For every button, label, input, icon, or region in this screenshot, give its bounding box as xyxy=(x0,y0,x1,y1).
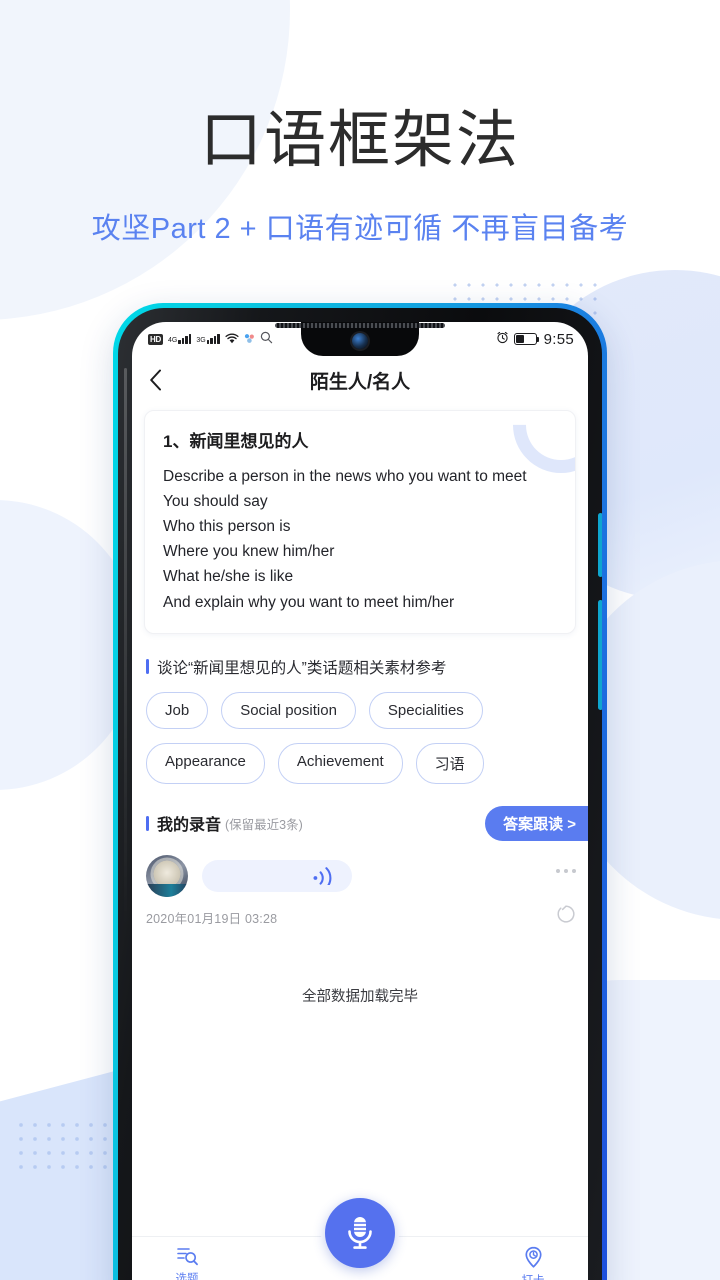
topic-list-search-icon xyxy=(176,1248,198,1266)
search-icon[interactable] xyxy=(260,331,273,347)
material-tag-row: Appearance Achievement 习语 xyxy=(132,742,588,784)
phone-screen: HD 4G 3G 9:55 陌生人/名人 1、新闻里想见的人 Describe … xyxy=(132,322,588,1280)
loaded-all-text: 全部数据加载完毕 xyxy=(302,988,418,1005)
alarm-clock-icon xyxy=(496,331,509,347)
recordings-section-title: 我的录音 xyxy=(157,817,222,835)
material-tag[interactable]: Achievement xyxy=(277,742,403,784)
recordings-section-note: (保留最近3条) xyxy=(225,817,303,832)
page-content: 1、新闻里想见的人 Describe a person in the news … xyxy=(132,404,588,1280)
power-button xyxy=(598,600,602,710)
wifi-icon xyxy=(225,332,239,347)
tab-topic-select[interactable]: 选题 xyxy=(158,1246,216,1280)
app-indicator-icon xyxy=(244,332,255,347)
tab-checkin[interactable]: 打卡 xyxy=(504,1246,562,1280)
question-card: 1、新闻里想见的人 Describe a person in the news … xyxy=(144,410,576,634)
signal-2-icon: 3G xyxy=(196,334,220,344)
signal-1-icon: 4G xyxy=(168,334,192,344)
question-line: And explain why you want to meet him/her xyxy=(163,593,455,611)
answer-follow-read-button[interactable]: 答案跟读 > xyxy=(485,805,588,841)
section-accent-bar xyxy=(146,659,149,675)
back-chevron-icon xyxy=(149,369,161,391)
recording-score-button[interactable] xyxy=(556,904,576,929)
question-title: 1、新闻里想见的人 xyxy=(163,432,309,451)
audio-play-bubble[interactable] xyxy=(202,859,352,892)
page-title: 陌生人/名人 xyxy=(309,371,411,393)
tab-checkin-label: 打卡 xyxy=(522,1272,545,1280)
score-circle-icon xyxy=(557,905,575,923)
question-line: Where you knew him/her xyxy=(163,543,335,561)
material-tag[interactable]: Specialities xyxy=(368,691,483,729)
battery-icon xyxy=(513,333,539,345)
record-microphone-button[interactable] xyxy=(325,1198,395,1268)
question-line: What he/she is like xyxy=(163,568,294,586)
app-header: 陌生人/名人 xyxy=(132,356,588,404)
section-accent-bar xyxy=(146,815,149,831)
checkin-pin-clock-icon xyxy=(524,1246,542,1268)
promo-subtitle: 攻坚Part 2 + 口语有迹可循 不再盲目备考 xyxy=(91,213,629,245)
material-tag[interactable]: Job xyxy=(146,691,209,729)
phone-mockup: HD 4G 3G 9:55 陌生人/名人 1、新闻里想见的人 Describe … xyxy=(113,303,607,1280)
material-tag-row: Job Social position Specialities xyxy=(132,691,588,729)
decor-dot-grid-bottom-left xyxy=(14,1118,122,1176)
material-tag[interactable]: 习语 xyxy=(415,742,484,784)
recording-date: 2020年01月19日 03:28 xyxy=(146,911,278,926)
material-tag[interactable]: Appearance xyxy=(146,742,265,784)
recording-list-item: 2020年01月19日 03:28 xyxy=(132,854,588,929)
recording-more-button[interactable] xyxy=(556,868,576,873)
tab-topic-select-label: 选题 xyxy=(175,1273,199,1280)
earpiece-speaker xyxy=(275,323,445,328)
materials-section-title: 谈论“新闻里想见的人”类话题相关素材参考 xyxy=(157,659,447,677)
back-button[interactable] xyxy=(132,356,178,404)
question-line: Describe a person in the news who you wa… xyxy=(163,468,527,485)
hd-icon: HD xyxy=(148,333,163,345)
volume-button xyxy=(598,513,602,577)
sound-wave-icon xyxy=(313,867,332,886)
promo-title: 口语框架法 xyxy=(199,106,520,175)
question-line: Who this person is xyxy=(163,518,291,536)
phone-bezel: HD 4G 3G 9:55 陌生人/名人 1、新闻里想见的人 Describe … xyxy=(118,308,602,1280)
avatar xyxy=(146,854,188,897)
question-line: You should say xyxy=(163,493,268,511)
microphone-icon xyxy=(348,1217,372,1249)
front-camera-icon xyxy=(352,333,368,349)
materials-section-header: 谈论“新闻里想见的人”类话题相关素材参考 xyxy=(132,656,588,678)
material-tag[interactable]: Social position xyxy=(221,691,356,729)
recordings-section-header: 我的录音 (保留最近3条) 答案跟读 > xyxy=(132,805,588,841)
status-time: 9:55 xyxy=(543,330,574,348)
